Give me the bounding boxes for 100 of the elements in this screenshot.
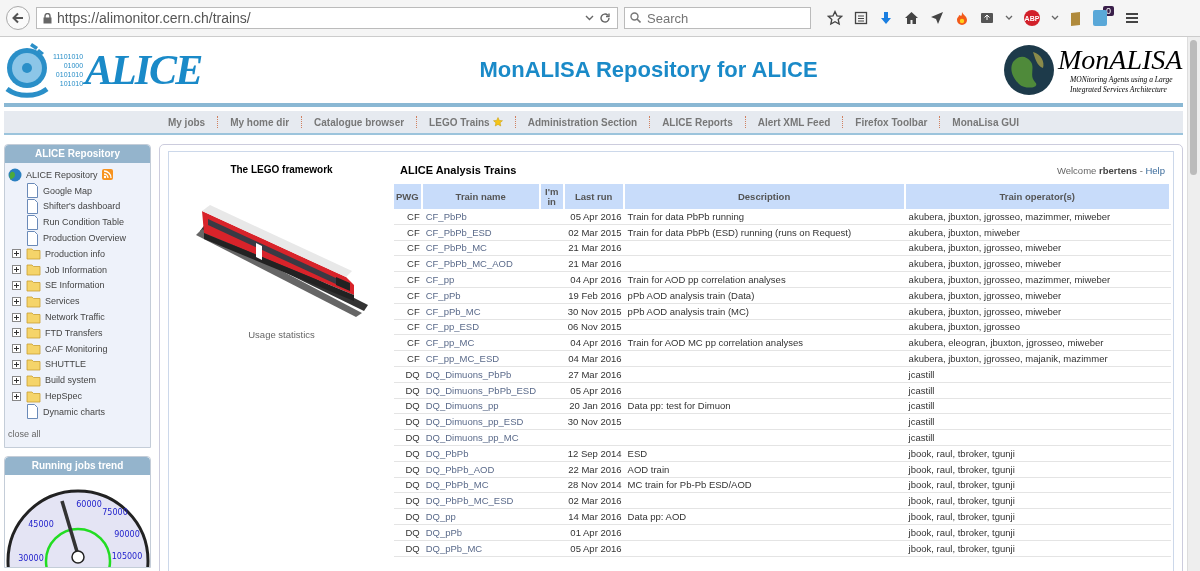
last-run-cell: 19 Feb 2016 (568, 289, 622, 301)
expand-icon[interactable] (12, 265, 21, 275)
train-name-link[interactable]: CF_PbPb_MC (425, 242, 487, 254)
train-name-link[interactable]: DQ_PbPb_MC_ESD (425, 495, 514, 507)
operators-cell: jcastill (908, 368, 935, 380)
tree-item[interactable]: SE Information (45, 280, 105, 291)
panel-title: ALICE Repository (5, 145, 150, 163)
train-name-link[interactable]: CF_PbPb_ESD (425, 226, 492, 238)
expand-icon[interactable] (12, 344, 21, 354)
expand-icon[interactable] (12, 280, 21, 290)
tree-item[interactable]: Production info (45, 248, 106, 259)
section-title: ALICE Analysis Trains (400, 164, 517, 176)
expand-icon[interactable] (12, 249, 21, 259)
flame-icon[interactable] (955, 10, 969, 26)
tree-item[interactable]: HepSpec (45, 391, 83, 402)
train-name-link[interactable]: DQ_PbPb (425, 447, 469, 459)
tree-item[interactable]: Run Condition Table (43, 217, 124, 228)
tree-item[interactable]: Build system (45, 375, 97, 386)
train-name-link[interactable]: DQ_Dimuons_PbPb (425, 368, 512, 380)
train-name-link[interactable]: DQ_pPb_MC (425, 542, 483, 554)
folder-icon (26, 294, 41, 308)
tree-item[interactable]: Dynamic charts (43, 406, 105, 417)
home-icon[interactable] (904, 11, 919, 25)
usage-statistics-link[interactable]: Usage statistics (248, 329, 315, 340)
menu-link[interactable]: ALICE Reports (662, 116, 733, 128)
reload-icon[interactable] (599, 12, 611, 24)
tree-item[interactable]: Job Information (45, 264, 108, 275)
menu-link[interactable]: LEGO Trains (429, 116, 503, 128)
operators-cell: jbook, raul, tbroker, tgunji (908, 526, 1015, 538)
tree-item[interactable]: Network Traffic (45, 312, 105, 323)
expand-icon[interactable] (12, 359, 21, 369)
train-name-link[interactable]: CF_pp_ESD (425, 321, 480, 333)
menu-link[interactable]: My home dir (230, 116, 290, 128)
train-name-link[interactable]: DQ_pp (425, 511, 456, 523)
pwg-cell: DQ (405, 368, 420, 380)
search-field[interactable]: Search (624, 7, 811, 29)
train-name-link[interactable]: CF_PbPb (425, 210, 467, 222)
close-all-link[interactable]: close all (8, 428, 147, 439)
pwg-cell: DQ (405, 463, 420, 475)
train-name-link[interactable]: DQ_Dimuons_pp_ESD (425, 416, 524, 428)
menu-link[interactable]: Firefox Toolbar (855, 116, 928, 128)
expand-icon[interactable] (12, 375, 21, 385)
last-run-cell: 27 Mar 2016 (568, 368, 622, 380)
dropdown-icon[interactable] (1051, 15, 1059, 21)
globe-icon (8, 167, 22, 182)
expand-icon[interactable] (12, 391, 21, 401)
train-name-link[interactable]: DQ_Dimuons_PbPb_ESD (425, 384, 537, 396)
tree-item[interactable]: ALICE Repository (26, 169, 98, 180)
back-button[interactable] (6, 6, 30, 30)
train-name-link[interactable]: CF_pPb_MC (425, 305, 481, 317)
train-name-link[interactable]: DQ_PbPb_MC (425, 479, 489, 491)
train-name-link[interactable]: CF_pp_MC (425, 337, 475, 349)
pwg-cell: DQ (405, 384, 420, 396)
page-icon (26, 214, 39, 230)
menu-link[interactable]: Alert XML Feed (757, 116, 831, 128)
scrollbar[interactable] (1187, 37, 1200, 571)
last-run-cell: 05 Apr 2016 (570, 384, 622, 396)
train-name-link[interactable]: CF_pPb (425, 289, 461, 301)
menu-link[interactable]: My jobs (167, 116, 206, 128)
tree-item[interactable]: Google Map (43, 185, 93, 196)
tree-item[interactable]: Production Overview (43, 233, 127, 244)
send-icon[interactable] (930, 11, 944, 25)
pwg-cell: CF (407, 258, 420, 270)
tree-item[interactable]: CAF Monitoring (45, 343, 108, 354)
train-name-link[interactable]: CF_pp (425, 274, 455, 286)
pwg-cell: DQ (405, 416, 420, 428)
last-run-cell: 06 Nov 2015 (567, 321, 622, 333)
menu-link[interactable]: Administration Section (527, 116, 638, 128)
reading-list-icon[interactable] (854, 11, 868, 25)
dropdown-icon[interactable] (585, 15, 594, 21)
train-name-link[interactable]: DQ_PbPb_AOD (425, 463, 495, 475)
scroll-thumb[interactable] (1190, 40, 1197, 175)
bookmark-star-icon[interactable] (827, 10, 843, 26)
download-icon[interactable] (879, 11, 893, 25)
screenshot-icon[interactable] (980, 11, 994, 25)
menu-icon[interactable] (1125, 12, 1139, 24)
expand-icon[interactable] (12, 296, 21, 306)
expand-icon[interactable] (12, 312, 21, 322)
train-name-link[interactable]: CF_pp_MC_ESD (425, 353, 500, 365)
tree-item[interactable]: SHUTTLE (45, 359, 86, 370)
last-run-cell: 05 Apr 2016 (570, 210, 622, 222)
pwg-cell: DQ (405, 400, 420, 412)
address-bar[interactable]: https://alimonitor.cern.ch/trains/ (36, 7, 618, 29)
tree-item[interactable]: FTD Transfers (45, 327, 103, 338)
train-name-link[interactable]: DQ_pPb (425, 526, 463, 538)
last-run-cell: 04 Apr 2016 (570, 337, 622, 349)
menu-link[interactable]: MonaLisa GUI (952, 116, 1020, 128)
train-name-link[interactable]: DQ_Dimuons_pp (425, 400, 499, 412)
dropdown-icon[interactable] (1005, 15, 1013, 21)
page-icon (26, 230, 39, 246)
help-link[interactable]: Help (1145, 164, 1165, 176)
gauge-label: 30000 (18, 553, 44, 563)
last-run-cell: 04 Mar 2016 (568, 353, 622, 365)
expand-icon[interactable] (12, 328, 21, 338)
train-name-link[interactable]: CF_PbPb_MC_AOD (425, 258, 513, 270)
tree-item[interactable]: Shifter's dashboard (43, 201, 121, 212)
train-name-link[interactable]: DQ_Dimuons_pp_MC (425, 432, 519, 444)
menu-link[interactable]: Catalogue browser (314, 116, 405, 128)
book-icon[interactable] (1070, 10, 1082, 26)
tree-item[interactable]: Services (45, 296, 80, 307)
